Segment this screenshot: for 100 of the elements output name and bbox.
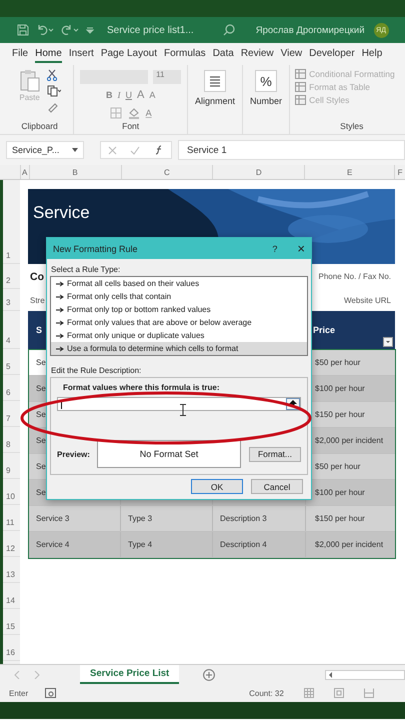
rule-type-item[interactable]: Format only values that are above or below average	[51, 316, 307, 329]
ribbon-tab[interactable]: Data	[212, 46, 234, 62]
row-header[interactable]: 12	[3, 531, 20, 557]
arrow-icon	[56, 320, 64, 326]
row-header[interactable]: 14	[3, 583, 20, 609]
table-cell: Description 3	[220, 514, 267, 523]
font-size-dropdown[interactable]: 11	[153, 70, 182, 84]
row-header[interactable]: 4	[3, 311, 20, 349]
column-header[interactable]: D	[212, 165, 304, 179]
group-label: Font	[122, 121, 140, 131]
section-label: Select a Rule Type:	[50, 264, 122, 276]
sheet-tab[interactable]: Service Price List	[80, 665, 180, 684]
font-color-button[interactable]: A	[146, 108, 152, 118]
rule-type-item[interactable]: Format all cells based on their values	[51, 277, 307, 290]
row-header[interactable]: 6	[3, 375, 20, 401]
column-header[interactable]: C	[120, 165, 212, 179]
page-break-icon[interactable]	[364, 688, 374, 698]
macro-recording-icon[interactable]	[45, 688, 56, 698]
ribbon-tab[interactable]: Page Layout	[100, 46, 157, 62]
filter-dropdown-icon[interactable]	[383, 337, 393, 347]
row-header[interactable]: 3	[3, 289, 20, 311]
row-header[interactable]: 10	[3, 479, 20, 505]
previous-sheet-icon[interactable]	[14, 670, 20, 678]
borders-icon[interactable]	[110, 106, 122, 118]
table-icon	[295, 95, 306, 105]
column-header[interactable]: A	[20, 165, 29, 179]
next-sheet-icon[interactable]	[34, 670, 40, 678]
row-header[interactable]: 2	[3, 264, 20, 289]
column-title: S	[35, 325, 42, 335]
ribbon-tab[interactable]: Review	[240, 46, 274, 62]
normal-view-icon[interactable]	[304, 688, 314, 698]
number-button[interactable]: % Number	[242, 65, 290, 134]
formula-field[interactable]: Service 1	[178, 140, 405, 160]
undo-icon[interactable]	[36, 24, 54, 36]
customize-icon[interactable]	[86, 25, 94, 35]
font-size-button[interactable]: A	[136, 88, 144, 100]
copy-icon[interactable]	[46, 85, 61, 97]
row-header[interactable]: 16	[3, 635, 20, 661]
cancel-icon[interactable]	[108, 146, 117, 154]
row-header[interactable]: 7	[3, 401, 20, 427]
company-name: Co	[29, 270, 44, 282]
redo-icon[interactable]	[61, 24, 79, 36]
rule-type-item[interactable]: Format only unique or duplicate values	[51, 329, 307, 342]
row-header[interactable]: 9	[3, 453, 20, 479]
ribbon-tab[interactable]: Developer	[309, 46, 355, 62]
ribbon-tab[interactable]: Home	[35, 46, 62, 62]
ribbon-tab[interactable]: Help	[362, 46, 382, 62]
street-text: Stre	[29, 296, 45, 304]
row-header[interactable]: 13	[3, 557, 20, 583]
table-cell: Type 4	[128, 540, 152, 549]
row-header[interactable]: 5	[3, 349, 20, 375]
status-mode: Enter	[9, 688, 28, 698]
format-button[interactable]: U	[125, 90, 132, 100]
table-cell: Description 4	[220, 540, 267, 549]
font-size-button[interactable]: A	[149, 90, 156, 100]
column-header[interactable]: E	[304, 165, 394, 179]
preview-box: No Format Set	[97, 440, 241, 468]
align-lines-icon	[204, 70, 226, 92]
ribbon-tab[interactable]: File	[12, 46, 28, 62]
page-layout-icon[interactable]	[334, 688, 344, 698]
rule-type-item[interactable]: Format only cells that contain	[51, 290, 307, 303]
ribbon-tab[interactable]: Insert	[68, 46, 94, 62]
help-button[interactable]: ?	[272, 244, 278, 254]
cancel-button[interactable]: Cancel	[251, 479, 303, 494]
ribbon-tab[interactable]: View	[280, 46, 302, 62]
table-icon	[295, 82, 306, 92]
status-count: Count: 32	[249, 688, 284, 698]
table-cell-text: $100 per hour	[314, 487, 366, 499]
format-button[interactable]: I	[117, 90, 120, 100]
scroll-left-icon[interactable]	[328, 672, 334, 678]
table-cell-text: $2,000 per incident	[314, 435, 384, 447]
row-header[interactable]: 1	[3, 180, 20, 264]
format-painter-icon[interactable]	[46, 101, 59, 113]
alignment-button[interactable]: Alignment	[188, 65, 243, 134]
fill-color-icon[interactable]	[126, 106, 141, 118]
name-box[interactable]: Service_P...	[6, 141, 84, 159]
ok-button[interactable]: OK	[191, 479, 243, 494]
horizontal-scrollbar[interactable]	[325, 670, 405, 680]
formula-input-field[interactable]	[57, 397, 301, 411]
website-text: Website URL	[344, 296, 392, 304]
row-header[interactable]: 11	[3, 505, 20, 531]
table-cell-text: $150 per hour	[314, 513, 366, 525]
format-button[interactable]: Format...	[249, 446, 301, 462]
ribbon-tab[interactable]: Formulas	[164, 46, 206, 62]
row-header[interactable]: 15	[3, 609, 20, 635]
search-icon[interactable]	[222, 24, 235, 36]
enter-icon[interactable]	[130, 146, 140, 154]
close-button[interactable]: ×	[297, 241, 305, 256]
column-header[interactable]: F	[394, 165, 405, 179]
column-title: Price	[313, 325, 336, 335]
format-button[interactable]: B	[106, 90, 112, 100]
rule-type-item[interactable]: Format only top or bottom ranked values	[51, 303, 307, 316]
add-sheet-icon[interactable]	[203, 668, 216, 680]
arrow-icon	[56, 294, 64, 300]
cut-icon[interactable]	[46, 69, 57, 81]
column-header[interactable]: B	[28, 165, 121, 179]
rule-type-item[interactable]: Use a formula to determine which cells to format	[51, 342, 307, 355]
save-icon[interactable]	[17, 24, 29, 36]
arrow-icon	[56, 306, 64, 312]
row-header[interactable]: 8	[3, 427, 20, 453]
